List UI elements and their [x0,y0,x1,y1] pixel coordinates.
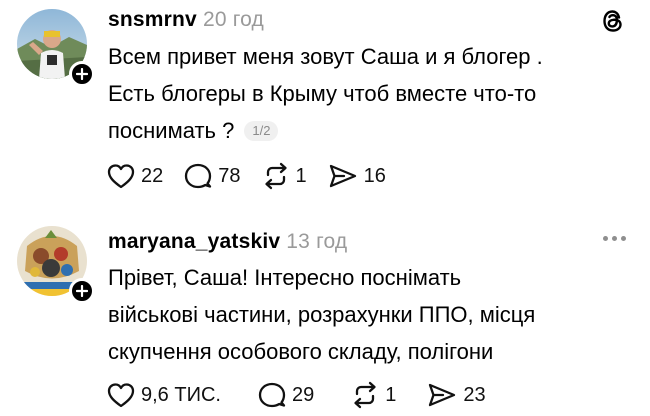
repost-button[interactable]: 1 [261,161,307,191]
plus-icon [76,68,88,80]
more-options-button[interactable] [603,236,626,241]
like-button[interactable]: 22 [106,161,163,191]
follow-button[interactable] [69,61,95,87]
comment-count: 29 [291,383,315,406]
threads-thread-view: snsmrnv 20 год Всем привет меня зовут Саш… [0,0,650,416]
heart-icon [107,383,135,408]
share-count: 23 [463,383,486,406]
post-text-line: Есть блогеры в Крыму чтоб вместе что-то [108,81,537,106]
avatar-container[interactable] [17,226,95,304]
repost-count: 1 [295,164,307,187]
timestamp[interactable]: 13 год [286,230,347,253]
post-header: snsmrnv 20 год [108,8,264,32]
post-actions: 9,6 ТИС. 29 1 23 [106,380,506,410]
repost-icon [264,162,287,190]
post: maryana_yatskiv 13 год Прівет, Саша! Інте… [0,206,650,416]
share-count: 16 [363,164,386,187]
repost-count: 1 [385,383,397,406]
like-count: 9,6 ТИС. [141,383,221,406]
threads-logo-icon[interactable] [598,6,628,36]
post-text-line: Всем привет меня зовут Саша и я блогер . [108,44,543,69]
avatar-container[interactable] [17,9,95,87]
send-icon [329,164,356,188]
like-button[interactable]: 9,6 ТИС. [106,380,221,410]
post-text: Всем привет меня зовут Саша и я блогер .… [108,38,628,149]
more-dots-icon [612,236,617,241]
follow-button[interactable] [69,278,95,304]
send-icon [429,383,456,407]
post-text-line-content: поснимать ? [108,118,235,143]
post: snsmrnv 20 год Всем привет меня зовут Саш… [0,0,650,206]
repost-icon [354,381,376,409]
heart-icon [107,164,135,189]
post-text-line: поснимать ? 1/2 [108,112,628,149]
repost-button[interactable]: 1 [350,380,396,410]
post-header: maryana_yatskiv 13 год [108,230,347,254]
like-count: 22 [141,164,164,187]
more-dots-icon [621,236,626,241]
comment-bubble-icon [185,163,212,189]
post-text: Прівет, Саша! Інтересно поснімать військ… [108,259,628,370]
more-dots-icon [603,236,608,241]
post-text-line: скупчення особового складу, полігони [108,339,494,364]
timestamp[interactable]: 20 год [203,8,264,31]
post-actions: 22 78 1 16 [106,161,406,191]
username[interactable]: snsmrnv [108,8,197,31]
comment-button[interactable]: 78 [183,161,241,191]
post-text-line: Прівет, Саша! Інтересно поснімать [108,265,462,290]
post-text-line: військові частини, розрахунки ППО, місця [108,302,536,327]
username[interactable]: maryana_yatskiv [108,230,280,253]
share-button[interactable]: 16 [327,161,386,191]
plus-icon [76,285,88,297]
comment-bubble-icon [258,382,286,408]
page-counter-badge[interactable]: 1/2 [244,121,279,141]
comment-count: 78 [218,164,241,187]
comment-button[interactable]: 29 [257,380,314,410]
share-button[interactable]: 23 [426,380,486,410]
